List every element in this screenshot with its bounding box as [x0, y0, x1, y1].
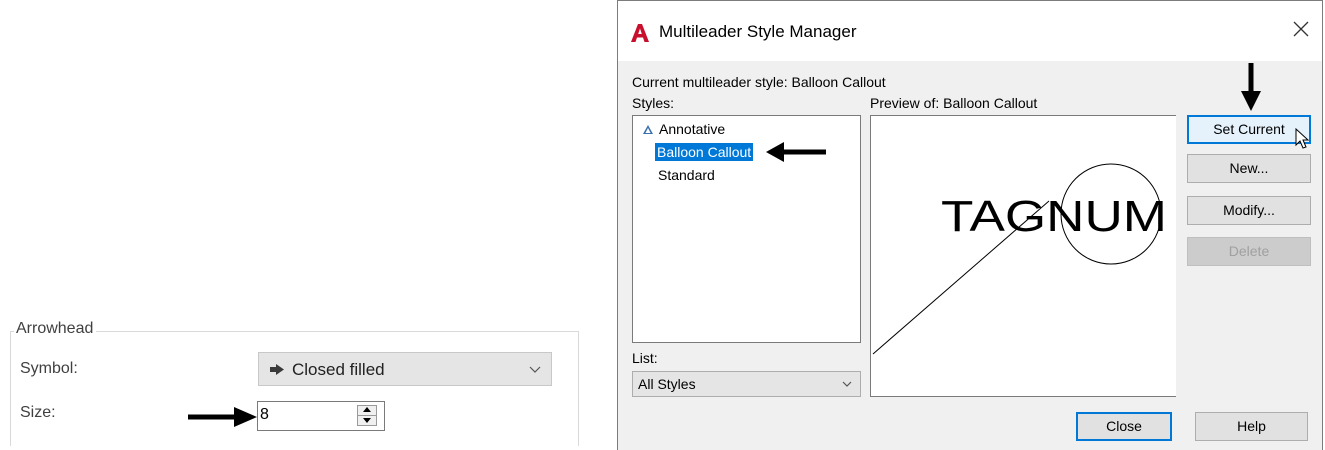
size-label: Size:: [20, 404, 56, 421]
multileader-style-manager-dialog: Multileader Style Manager Current multil…: [617, 0, 1323, 450]
set-current-button[interactable]: Set Current: [1187, 115, 1311, 144]
annotation-arrow-balloon: [766, 142, 826, 162]
dialog-title: Multileader Style Manager: [659, 22, 857, 41]
styles-list[interactable]: Annotative Balloon Callout Standard: [632, 115, 861, 343]
chevron-down-icon: [842, 381, 852, 387]
mouse-cursor-icon: [1295, 128, 1310, 149]
list-item-annotative[interactable]: Annotative: [659, 121, 725, 137]
autocad-app-icon: [631, 24, 649, 42]
spin-up-icon[interactable]: [363, 407, 371, 412]
list-item-balloon-callout[interactable]: Balloon Callout: [655, 143, 754, 161]
delete-button[interactable]: Delete: [1187, 237, 1311, 266]
symbol-dropdown-value: Closed filled: [292, 360, 385, 379]
size-spinner[interactable]: 8: [257, 401, 385, 431]
list-label: List:: [632, 350, 658, 366]
preview-text: TAGNUM: [941, 192, 1167, 241]
chevron-down-icon: [529, 366, 541, 373]
symbol-label: Symbol:: [20, 360, 78, 377]
close-icon[interactable]: [1292, 20, 1310, 38]
new-button[interactable]: New...: [1187, 154, 1311, 183]
list-filter-dropdown[interactable]: All Styles: [632, 371, 861, 397]
spin-down-icon[interactable]: [363, 418, 371, 423]
symbol-dropdown[interactable]: Closed filled: [258, 352, 552, 386]
modify-button[interactable]: Modify...: [1187, 196, 1311, 225]
style-preview: TAGNUM: [870, 115, 1176, 397]
arrowhead-group-title: Arrowhead: [14, 320, 97, 338]
annotation-arrow-size: [188, 407, 257, 427]
help-button[interactable]: Help: [1195, 412, 1308, 441]
size-input[interactable]: 8: [260, 406, 269, 424]
close-button[interactable]: Close: [1076, 412, 1172, 441]
list-item-standard[interactable]: Standard: [658, 167, 715, 183]
annotative-icon: [643, 125, 653, 134]
preview-drawing: TAGNUM: [872, 163, 1167, 355]
title-bar: Multileader Style Manager: [618, 1, 1322, 61]
list-filter-value: All Styles: [638, 376, 696, 392]
styles-label: Styles:: [632, 95, 675, 111]
closed-filled-arrow-icon: [270, 364, 284, 375]
spin-buttons[interactable]: [357, 405, 377, 426]
annotation-arrow-set-current: [1241, 63, 1261, 111]
preview-label: Preview of: Balloon Callout: [870, 95, 1038, 111]
current-style-text: Current multileader style: Balloon Callo…: [632, 74, 886, 90]
